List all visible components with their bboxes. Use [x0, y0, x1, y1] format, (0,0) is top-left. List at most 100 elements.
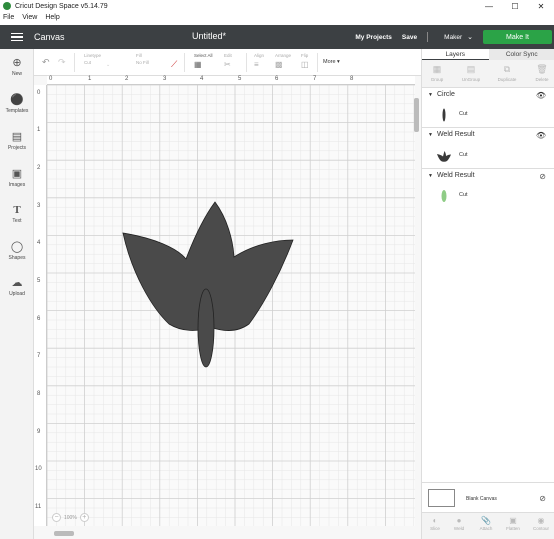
- templates-tool[interactable]: ⚫ Templates: [0, 94, 34, 114]
- flatten-button[interactable]: ▣ Flatten: [500, 516, 526, 531]
- linetype-value: Cut: [84, 60, 92, 65]
- eye-icon[interactable]: 👁: [536, 91, 546, 100]
- machine-name: Maker: [444, 33, 463, 41]
- toolbar-divider: [317, 53, 318, 72]
- menu-view[interactable]: View: [22, 14, 37, 21]
- weld-label: Weld: [453, 526, 465, 531]
- flip-label: Flip: [301, 53, 309, 58]
- arrange-button[interactable]: Arrange ▩: [275, 53, 291, 69]
- undo-icon[interactable]: ↶: [42, 57, 50, 68]
- window-titlebar: Cricut Design Space v5.14.79 — ☐ ✕: [0, 0, 554, 12]
- more-menu-button[interactable]: More ▾: [323, 59, 340, 65]
- group-button[interactable]: ▦ Group: [424, 64, 450, 82]
- zoom-out-button[interactable]: −: [52, 513, 61, 522]
- flip-button[interactable]: Flip ◫: [301, 53, 309, 69]
- duplicate-button[interactable]: ⧉ Duplicate: [494, 64, 520, 82]
- tab-layers[interactable]: Layers: [422, 49, 489, 60]
- edit-button[interactable]: Edit ✂: [224, 53, 232, 69]
- make-it-button[interactable]: Make It: [483, 30, 552, 44]
- design-canvas[interactable]: 0 1 2 3 4 5 6 7 8 0 1 2 3 4 5 6 7 8 9 10…: [34, 76, 421, 539]
- machine-selector[interactable]: Maker ⌄: [444, 33, 473, 42]
- left-toolbar: ⊕ New ⚫ Templates ▤ Projects ▣ Images T …: [0, 49, 34, 539]
- image-icon: ▣: [11, 168, 23, 180]
- section-title: Canvas: [34, 32, 65, 42]
- text-tool[interactable]: T Text: [0, 204, 34, 224]
- layer-circle[interactable]: ▼ Circle 👁 Cut: [422, 88, 554, 128]
- layer-operation[interactable]: Cut: [459, 111, 468, 117]
- layer-operation[interactable]: Cut: [459, 192, 468, 198]
- window-title: Cricut Design Space v5.14.79: [15, 2, 108, 10]
- zoom-control: − 100% +: [52, 513, 89, 522]
- circle-shape[interactable]: [197, 288, 215, 368]
- weld-button[interactable]: ● Weld: [446, 516, 472, 531]
- attach-button[interactable]: 📎 Attach: [473, 516, 499, 531]
- ruler-number: 0: [37, 90, 41, 96]
- trash-icon: 🗑: [536, 64, 548, 74]
- images-tool[interactable]: ▣ Images: [0, 168, 34, 188]
- caret-down-icon[interactable]: ▼: [428, 92, 433, 98]
- fill-control[interactable]: Fill No Fill: [136, 53, 149, 65]
- shapes-tool[interactable]: ◯ Shapes: [0, 241, 34, 261]
- hamburger-menu-icon[interactable]: [0, 25, 34, 49]
- caret-down-icon[interactable]: ▼: [428, 132, 433, 138]
- maximize-button[interactable]: ☐: [502, 2, 528, 11]
- flip-icon: ◫: [301, 60, 309, 69]
- menu-help[interactable]: Help: [45, 14, 59, 21]
- blank-canvas-swatch[interactable]: [428, 489, 455, 507]
- slice-icon: ◐: [432, 516, 438, 525]
- layer-tools: ▦ Group ▤ UnGroup ⧉ Duplicate 🗑 Delete: [422, 60, 554, 88]
- slice-button[interactable]: ◐ Slice: [422, 516, 448, 531]
- linetype-label: Linetype: [84, 53, 102, 58]
- fill-value: No Fill: [136, 60, 149, 65]
- my-projects-link[interactable]: My Projects: [355, 34, 392, 41]
- tab-color-sync[interactable]: Color Sync: [488, 49, 554, 60]
- ruler-number: 7: [313, 76, 317, 82]
- text-icon: T: [13, 204, 21, 216]
- eye-hidden-icon[interactable]: ⊘: [539, 172, 546, 181]
- delete-button[interactable]: 🗑 Delete: [529, 64, 554, 82]
- minimize-button[interactable]: —: [476, 2, 502, 11]
- eye-icon[interactable]: 👁: [536, 131, 546, 140]
- contour-button[interactable]: ◉ Contour: [528, 516, 554, 531]
- save-button[interactable]: Save: [402, 34, 417, 41]
- arrange-icon: ▩: [275, 60, 283, 69]
- ruler-number: 4: [200, 76, 204, 82]
- ungroup-button[interactable]: ▤ UnGroup: [458, 64, 484, 82]
- upload-tool[interactable]: ☁ Upload: [0, 277, 34, 297]
- close-button[interactable]: ✕: [528, 2, 554, 11]
- edit-icon: ✂: [224, 60, 231, 69]
- layer-weld-result-hidden[interactable]: ▼ Weld Result ⊘ Cut: [422, 169, 554, 209]
- eye-hidden-icon[interactable]: ⊘: [539, 494, 546, 503]
- new-tool[interactable]: ⊕ New: [0, 57, 34, 77]
- ruler-number: 4: [37, 240, 41, 246]
- redo-icon[interactable]: ↷: [58, 57, 66, 68]
- new-tool-label: New: [11, 71, 22, 77]
- ruler-number: 6: [37, 316, 41, 322]
- horizontal-scrollbar[interactable]: [54, 531, 74, 536]
- blank-canvas-row[interactable]: Blank Canvas ⊘: [422, 482, 554, 512]
- ruler-number: 1: [88, 76, 92, 82]
- templates-tool-label: Templates: [5, 108, 29, 114]
- ruler-number: 11: [35, 504, 42, 510]
- edit-toolbar: ↶ ↷ Linetype Cut ⌄ Fill No Fill ⟋ Select…: [34, 49, 421, 76]
- ruler-number: 2: [37, 165, 41, 171]
- ungroup-icon: ▤: [466, 64, 476, 74]
- layer-weld-result[interactable]: ▼ Weld Result 👁 Cut: [422, 128, 554, 169]
- ruler-number: 10: [35, 466, 42, 472]
- caret-down-icon[interactable]: ▼: [428, 173, 433, 179]
- align-button[interactable]: Align ≡: [254, 53, 264, 69]
- zoom-in-button[interactable]: +: [79, 513, 89, 522]
- linetype-control[interactable]: Linetype Cut: [84, 53, 101, 65]
- upload-icon: ☁: [11, 277, 23, 289]
- menu-file[interactable]: File: [3, 14, 14, 21]
- vertical-scrollbar[interactable]: [414, 98, 419, 132]
- bottom-tools: ◐ Slice ● Weld 📎 Attach ▣ Flatten ◉ Cont…: [422, 512, 554, 539]
- slice-label: Slice: [430, 526, 440, 531]
- layer-operation[interactable]: Cut: [459, 152, 468, 158]
- ruler-number: 0: [49, 76, 53, 82]
- projects-tool[interactable]: ▤ Projects: [0, 131, 34, 151]
- arrange-label: Arrange: [275, 53, 292, 58]
- select-all-button[interactable]: Select All ▦: [194, 53, 213, 69]
- upload-tool-label: Upload: [9, 291, 25, 297]
- chevron-down-icon: ⌄: [106, 62, 111, 68]
